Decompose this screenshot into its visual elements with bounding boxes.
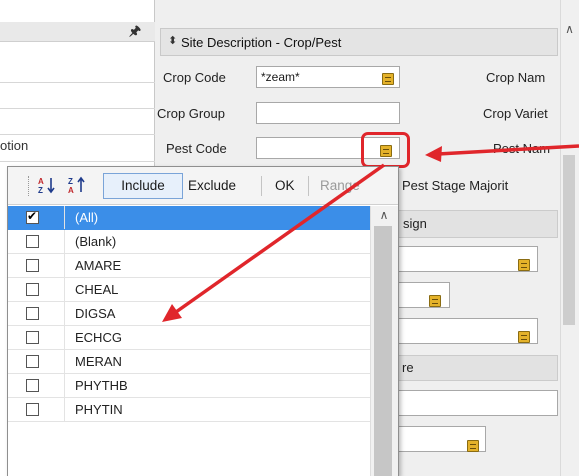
crop-group-label: Crop Group — [157, 106, 225, 121]
item-checkbox[interactable] — [26, 307, 39, 320]
form-input[interactable] — [398, 282, 450, 308]
checkbox-cell — [8, 254, 65, 277]
form-input[interactable] — [398, 318, 538, 344]
crop-variety-label: Crop Variet — [483, 106, 548, 121]
checkbox-cell — [8, 302, 65, 325]
item-checkbox[interactable]: ✔ — [26, 209, 39, 224]
filter-list-item-label: CHEAL — [75, 282, 119, 297]
pest-name-label: Pest Nam — [493, 141, 551, 156]
filter-list-item-label: (All) — [75, 210, 99, 225]
item-checkbox[interactable] — [26, 355, 39, 368]
left-panel-row[interactable] — [0, 84, 155, 109]
checkbox-cell — [8, 230, 65, 253]
checkbox-cell: ✔ — [8, 206, 65, 229]
filter-list-item[interactable]: PHYTHB — [8, 374, 370, 398]
sub-section-title: re — [402, 360, 414, 375]
ok-button[interactable]: OK — [275, 178, 295, 193]
crop-code-label: Crop Code — [163, 70, 226, 85]
filter-list-item-label: (Blank) — [75, 234, 117, 249]
pest-code-label: Pest Code — [166, 141, 227, 156]
annotation-highlight-box — [361, 132, 410, 168]
lookup-icon[interactable] — [467, 440, 479, 452]
filter-list-item-label: PHYTHB — [75, 378, 128, 393]
checkbox-cell — [8, 398, 65, 421]
svg-text:A: A — [68, 186, 74, 194]
filter-list-item-label: PHYTIN — [75, 402, 123, 417]
lookup-icon[interactable] — [518, 259, 530, 271]
lookup-icon[interactable] — [429, 295, 441, 307]
section-title: Site Description - Crop/Pest — [181, 35, 342, 50]
scroll-up-icon[interactable]: ∧ — [374, 208, 394, 224]
form-scroll-thumb[interactable] — [563, 155, 575, 325]
filter-list-item-label: MERAN — [75, 354, 122, 369]
scroll-up-icon[interactable]: ∧ — [561, 22, 578, 38]
sort-ascending-svg: A Z — [38, 177, 55, 195]
toolbar-grip — [28, 176, 31, 196]
filter-list-item-label: DIGSA — [75, 306, 116, 321]
sub-section-header[interactable] — [398, 355, 558, 381]
collapse-icon[interactable]: ⬍ — [168, 34, 177, 47]
sort-descending-svg: Z A — [68, 176, 85, 195]
checkmark-icon: ✔ — [27, 209, 38, 223]
range-button[interactable]: Range — [320, 178, 360, 193]
filter-list-item[interactable]: MERAN — [8, 350, 370, 374]
filter-list-item[interactable]: AMARE — [8, 254, 370, 278]
crop-group-input[interactable] — [256, 102, 400, 124]
checkbox-cell — [8, 278, 65, 301]
filter-list-item[interactable]: PHYTIN — [8, 398, 370, 422]
toolbar-separator — [308, 176, 309, 196]
item-checkbox[interactable] — [26, 331, 39, 344]
filter-list-item[interactable]: CHEAL — [8, 278, 370, 302]
include-button[interactable]: Include — [103, 173, 183, 199]
list-scroll-thumb[interactable] — [374, 226, 392, 476]
left-panel-row[interactable] — [0, 132, 155, 162]
filter-list-item[interactable]: ✔ (All) — [8, 206, 370, 230]
svg-text:A: A — [38, 177, 44, 186]
item-checkbox[interactable] — [26, 403, 39, 416]
crop-code-input[interactable]: *zeam* — [256, 66, 400, 88]
svg-text:Z: Z — [68, 177, 73, 186]
exclude-button[interactable]: Exclude — [188, 178, 236, 193]
checkbox-cell — [8, 326, 65, 349]
checkbox-cell — [8, 350, 65, 373]
toolbar-separator — [261, 176, 262, 196]
crop-name-label: Crop Nam — [486, 70, 546, 85]
sort-descending-icon[interactable]: Z A — [68, 176, 88, 197]
item-checkbox[interactable] — [26, 379, 39, 392]
item-checkbox[interactable] — [26, 283, 39, 296]
sub-section-title: sign — [403, 216, 427, 231]
lookup-icon[interactable] — [518, 331, 530, 343]
item-checkbox[interactable] — [26, 259, 39, 272]
checkbox-cell — [8, 374, 65, 397]
crop-code-lookup-icon[interactable] — [382, 73, 394, 85]
filter-list-item[interactable]: (Blank) — [8, 230, 370, 254]
filter-list-item-label: AMARE — [75, 258, 122, 273]
filter-list-item-label: ECHCG — [75, 330, 122, 345]
form-input[interactable] — [398, 246, 538, 272]
left-panel-row[interactable] — [0, 58, 155, 83]
sort-ascending-icon[interactable]: A Z — [38, 176, 58, 197]
pest-stage-label: Pest Stage Majorit — [402, 178, 509, 193]
form-input[interactable] — [398, 390, 558, 416]
filter-list-item[interactable]: DIGSA — [8, 302, 370, 326]
filter-list-item[interactable]: ECHCG — [8, 326, 370, 350]
svg-text:Z: Z — [38, 186, 43, 194]
item-checkbox[interactable] — [26, 235, 39, 248]
pin-icon[interactable]: 🖈 — [128, 23, 142, 39]
